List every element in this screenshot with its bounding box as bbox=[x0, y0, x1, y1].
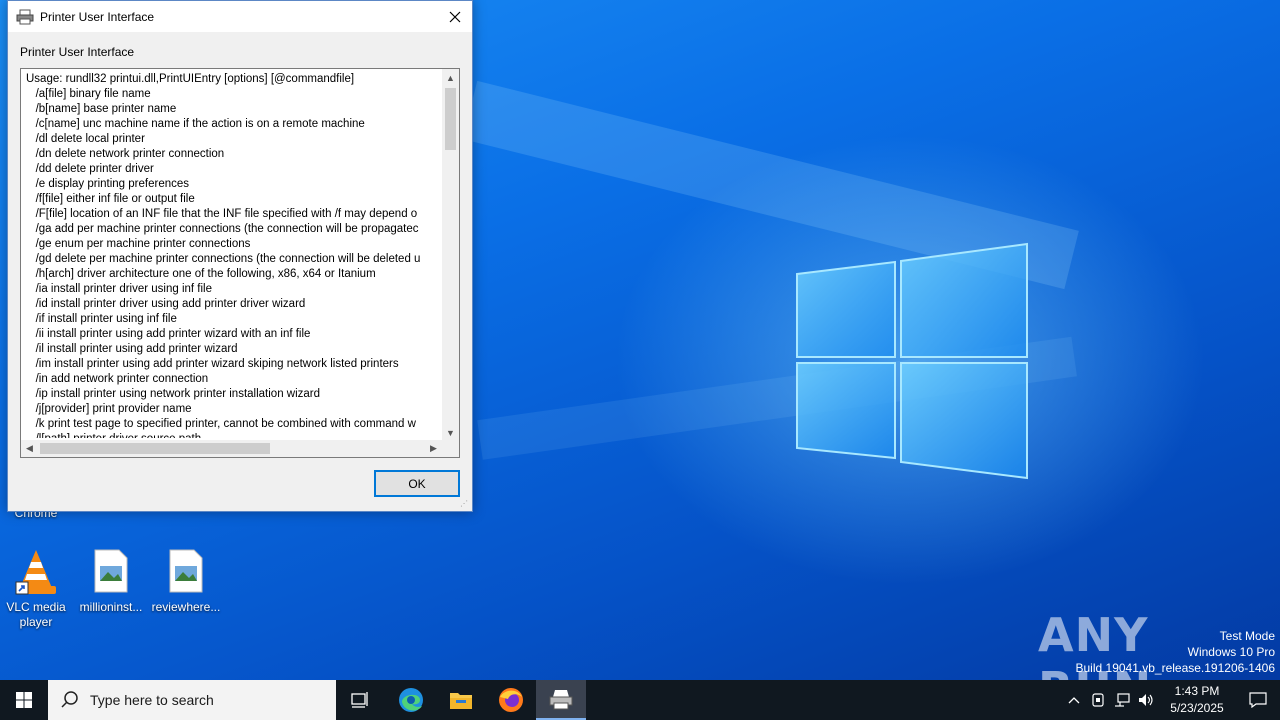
clock-time: 1:43 PM bbox=[1174, 684, 1220, 698]
search-icon bbox=[61, 691, 78, 708]
task-view-icon bbox=[351, 692, 368, 708]
firefox-button[interactable] bbox=[486, 680, 536, 720]
resize-grip-icon[interactable]: ⋰ bbox=[460, 499, 470, 509]
printer-icon bbox=[16, 9, 34, 24]
usage-line: /dn delete network printer connection bbox=[26, 148, 225, 160]
system-tray: 1:43 PM 5/23/2025 bbox=[1062, 680, 1280, 720]
volume-icon bbox=[1139, 694, 1153, 706]
scroll-up-button[interactable]: ▲ bbox=[442, 69, 459, 86]
usage-line: /k print test page to specified printer,… bbox=[26, 418, 416, 430]
dialog-titlebar[interactable]: Printer User Interface bbox=[8, 1, 472, 32]
usage-line: /j[provider] print provider name bbox=[26, 403, 192, 415]
file-explorer-button[interactable] bbox=[436, 680, 486, 720]
scroll-corner bbox=[442, 440, 459, 457]
scroll-right-button[interactable]: ▶ bbox=[425, 440, 442, 457]
desktop-icon-label: reviewhere... bbox=[151, 600, 221, 614]
taskbar-search-box[interactable]: Type here to search bbox=[48, 680, 336, 720]
usage-line: /c[name] unc machine name if the action … bbox=[26, 118, 365, 130]
clock-date: 5/23/2025 bbox=[1170, 701, 1224, 715]
desktop-icon-label: VLC media player bbox=[6, 600, 66, 629]
edge-taskbar-button[interactable] bbox=[386, 680, 436, 720]
usage-line: /il install printer using add printer wi… bbox=[26, 343, 238, 355]
usage-line: /dd delete printer driver bbox=[26, 163, 154, 175]
usage-line: /ip install printer using network printe… bbox=[26, 388, 321, 400]
tray-device-button[interactable] bbox=[1086, 680, 1110, 720]
dialog-heading: Printer User Interface bbox=[20, 45, 135, 59]
horizontal-scroll-thumb[interactable] bbox=[40, 443, 270, 454]
usage-line: /b[name] base printer name bbox=[26, 103, 177, 115]
watermark-line: Test Mode bbox=[1219, 629, 1275, 643]
watermark-line: Build 19041.vb_release.191206-1406 bbox=[1075, 661, 1276, 675]
task-view-button[interactable] bbox=[336, 680, 386, 720]
image-file-icon bbox=[162, 548, 210, 596]
usage-line: /im install printer using add printer wi… bbox=[26, 358, 399, 370]
search-placeholder: Type here to search bbox=[90, 692, 214, 708]
printer-ui-dialog: Printer User Interface Printer User Inte… bbox=[7, 0, 473, 512]
usage-text: Usage: rundll32 printui.dll,PrintUIEntry… bbox=[26, 72, 436, 438]
usage-line: /h[arch] driver architecture one of the … bbox=[26, 268, 376, 280]
edge-icon bbox=[399, 688, 423, 712]
usage-line: /gd delete per machine printer connectio… bbox=[26, 253, 421, 265]
printer-icon bbox=[549, 690, 573, 710]
watermark-line: Windows 10 Pro bbox=[1187, 645, 1275, 659]
horizontal-scrollbar[interactable]: ◀ ▶ bbox=[21, 440, 442, 457]
usage-line: /id install printer driver using add pri… bbox=[26, 298, 306, 310]
image-file-icon bbox=[87, 548, 135, 596]
taskbar: Type here to search 1:43 PM 5/23/2025 bbox=[0, 680, 1280, 720]
desktop-icon-label: millioninst... bbox=[79, 600, 143, 614]
vertical-scroll-thumb[interactable] bbox=[445, 88, 456, 150]
vlc-icon bbox=[12, 548, 60, 596]
vertical-scrollbar[interactable]: ▲ ▼ bbox=[442, 69, 459, 441]
usage-text-box[interactable]: Usage: rundll32 printui.dll,PrintUIEntry… bbox=[20, 68, 460, 458]
usage-line: /if install printer using inf file bbox=[26, 313, 177, 325]
usage-line: /ga add per machine printer connections … bbox=[26, 223, 419, 235]
desktop-icon-millioninst[interactable]: millioninst... bbox=[75, 548, 147, 615]
usage-line: /f[file] either inf file or output file bbox=[26, 193, 195, 205]
notification-icon bbox=[1249, 692, 1267, 708]
dialog-title: Printer User Interface bbox=[40, 9, 155, 24]
usage-line: /ia install printer driver using inf fil… bbox=[26, 283, 212, 295]
usage-line: /ii install printer using add printer wi… bbox=[26, 328, 311, 340]
close-icon bbox=[449, 11, 461, 22]
usage-line: /ge enum per machine printer connections bbox=[26, 238, 251, 250]
scroll-down-button[interactable]: ▼ bbox=[442, 424, 459, 441]
desktop-icon-vlc[interactable]: VLC media player bbox=[0, 548, 72, 630]
windows-logo-graphic bbox=[796, 242, 1028, 480]
ok-button[interactable]: OK bbox=[374, 470, 460, 497]
printer-ui-taskbar-button[interactable] bbox=[536, 680, 586, 720]
network-icon bbox=[1115, 693, 1130, 707]
usage-line: /F[file] location of an INF file that th… bbox=[26, 208, 418, 220]
usage-line: /in add network printer connection bbox=[26, 373, 209, 385]
show-hidden-icons-button[interactable] bbox=[1062, 680, 1086, 720]
usage-line: /a[file] binary file name bbox=[26, 88, 151, 100]
test-mode-watermark: Test Mode Windows 10 Pro Build 19041.vb_… bbox=[1076, 628, 1276, 676]
tray-network-button[interactable] bbox=[1110, 680, 1134, 720]
usage-line: /dl delete local printer bbox=[26, 133, 145, 145]
usage-line: /e display printing preferences bbox=[26, 178, 190, 190]
start-button[interactable] bbox=[0, 680, 48, 720]
chevron-up-icon bbox=[1068, 697, 1080, 704]
desktop-icon-reviewhere[interactable]: reviewhere... bbox=[150, 548, 222, 615]
windows-start-icon bbox=[16, 692, 32, 708]
usage-line: Usage: rundll32 printui.dll,PrintUIEntry… bbox=[26, 73, 355, 85]
device-icon bbox=[1092, 693, 1104, 707]
firefox-icon bbox=[499, 688, 523, 712]
taskbar-clock[interactable]: 1:43 PM 5/23/2025 bbox=[1158, 683, 1236, 717]
close-button[interactable] bbox=[440, 2, 470, 32]
file-explorer-icon bbox=[450, 693, 472, 709]
action-center-button[interactable] bbox=[1236, 680, 1280, 720]
scroll-left-button[interactable]: ◀ bbox=[21, 440, 38, 457]
tray-volume-button[interactable] bbox=[1134, 680, 1158, 720]
usage-line: /l[path] printer driver source path bbox=[26, 432, 436, 438]
